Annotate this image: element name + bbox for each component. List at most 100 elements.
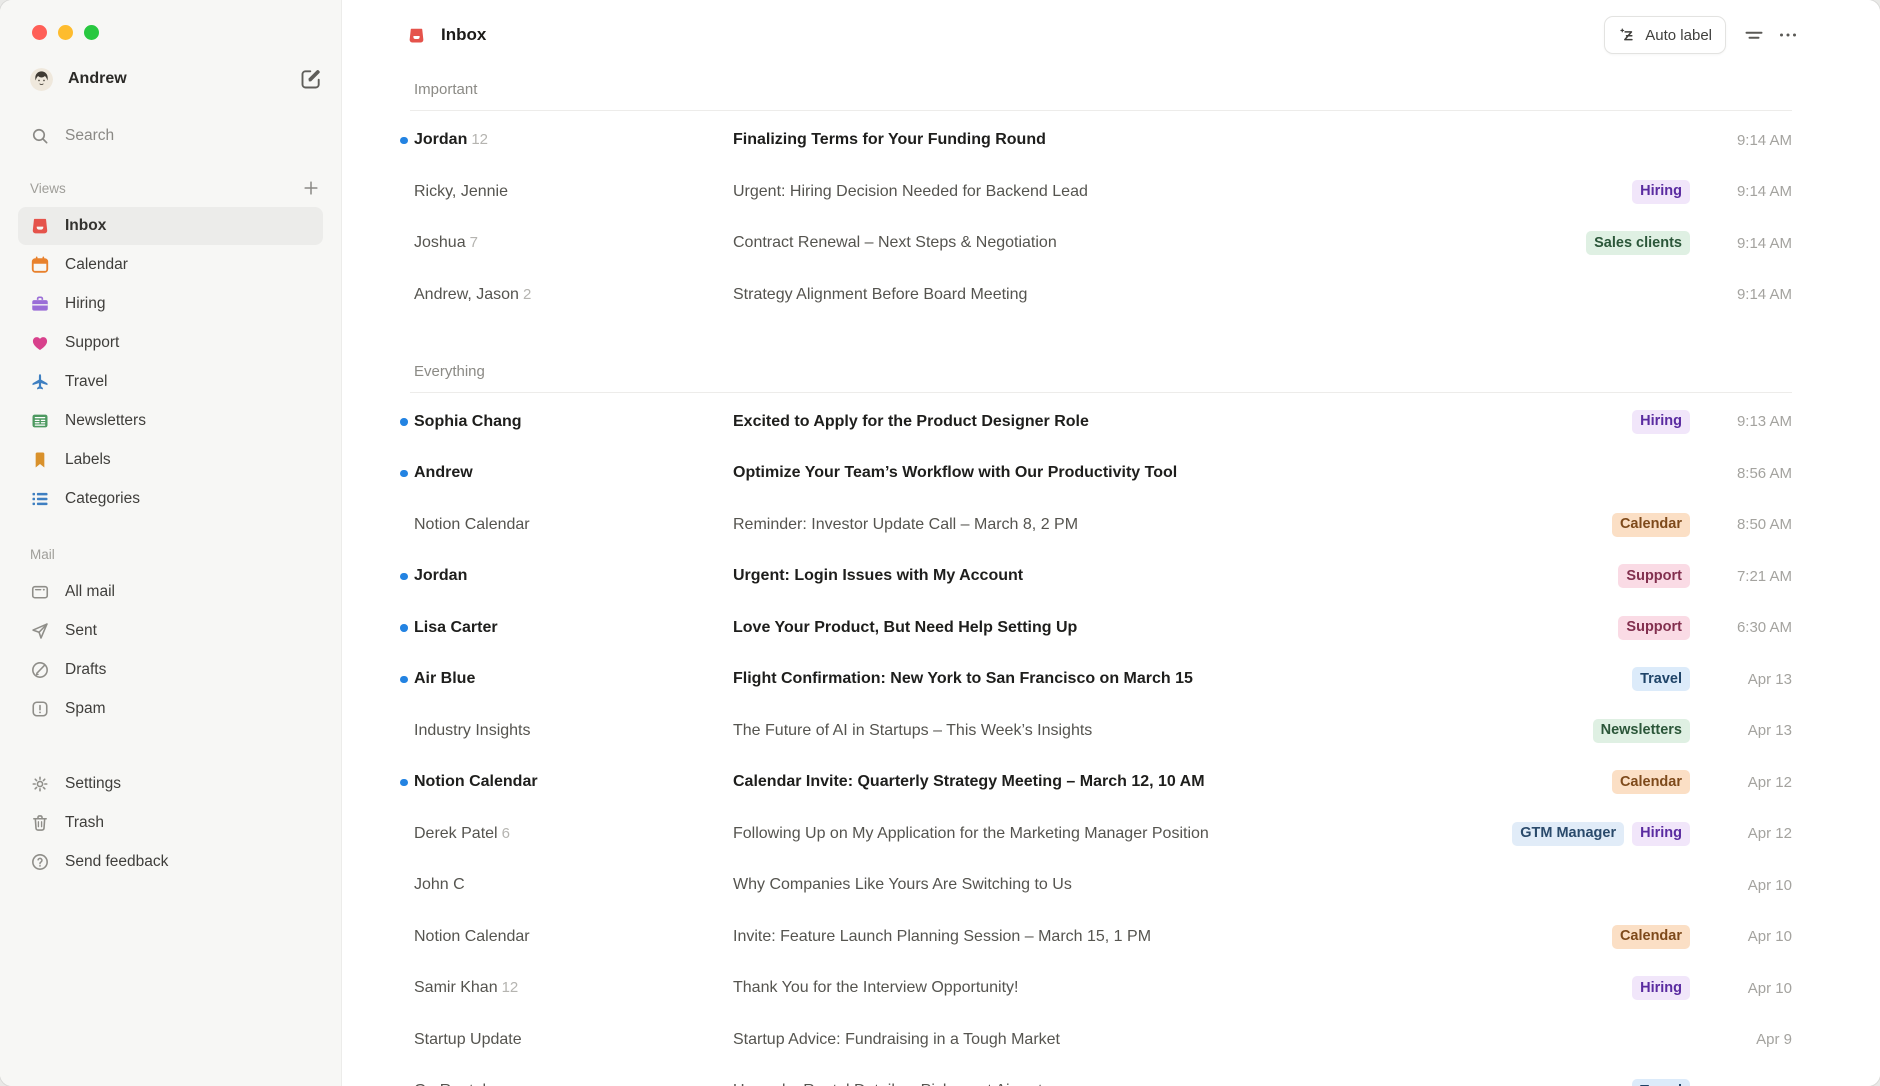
email-row[interactable]: Air BlueFlight Confirmation: New York to…: [400, 654, 1792, 706]
email-section-everything: Everything Sophia ChangExcited to Apply f…: [400, 362, 1792, 1086]
section-rows: Sophia ChangExcited to Apply for the Pro…: [400, 393, 1792, 1086]
minimize-button[interactable]: [58, 25, 73, 40]
email-row[interactable]: Notion CalendarReminder: Investor Update…: [400, 499, 1792, 551]
email-subject: Finalizing Terms for Your Funding Round: [733, 131, 1690, 149]
sidebar-item-spam[interactable]: Spam: [18, 690, 323, 728]
section-rows: Jordan12Finalizing Terms for Your Fundin…: [400, 111, 1792, 321]
sidebar-item-hiring[interactable]: Hiring: [18, 285, 323, 323]
email-row[interactable]: Go RentalsUpgrade: Rental Details – Pick…: [400, 1066, 1792, 1086]
sidebar-item-label: Spam: [65, 700, 106, 718]
badge-group: Newsletters: [1593, 719, 1690, 743]
sidebar-item-settings[interactable]: Settings: [18, 765, 323, 803]
email-time: 9:14 AM: [1706, 286, 1792, 303]
label-badge[interactable]: Calendar: [1612, 513, 1690, 537]
sidebar-item-all-mail[interactable]: All mail: [18, 573, 323, 611]
label-badge[interactable]: Calendar: [1612, 770, 1690, 794]
label-badge[interactable]: GTM Manager: [1512, 822, 1624, 846]
send-icon: [30, 621, 50, 641]
sidebar-item-labels[interactable]: Labels: [18, 441, 323, 479]
mail-section-label: Mail: [30, 547, 323, 562]
email-row[interactable]: Ricky, JennieUrgent: Hiring Decision Nee…: [400, 166, 1792, 218]
email-time: Apr 13: [1706, 722, 1792, 739]
email-sender: Notion Calendar: [414, 516, 733, 534]
sidebar-item-label: Hiring: [65, 295, 105, 313]
close-button[interactable]: [32, 25, 47, 40]
email-sender: Joshua7: [414, 234, 733, 252]
badge-group: GTM Manager Hiring: [1512, 822, 1690, 846]
email-row[interactable]: Industry InsightsThe Future of AI in Sta…: [400, 705, 1792, 757]
sidebar-item-calendar[interactable]: Calendar: [18, 246, 323, 284]
email-row[interactable]: Andrew, Jason2Strategy Alignment Before …: [400, 269, 1792, 321]
auto-label-icon: [1618, 26, 1637, 45]
sidebar-item-label: Settings: [65, 775, 121, 793]
sidebar-item-newsletters[interactable]: Newsletters: [18, 402, 323, 440]
label-badge[interactable]: Newsletters: [1593, 719, 1690, 743]
search-icon: [30, 126, 50, 146]
sidebar-item-inbox[interactable]: Inbox: [18, 207, 323, 245]
label-badge[interactable]: Travel: [1632, 667, 1690, 691]
views-list: Inbox Calendar Hiring SupportTravel Newslett…: [18, 207, 323, 518]
email-sender: Sophia Chang: [414, 413, 733, 431]
badge-group: Travel: [1632, 1079, 1690, 1086]
sidebar-item-travel[interactable]: Travel: [18, 363, 323, 401]
sidebar-item-label: Newsletters: [65, 412, 146, 430]
email-subject: Excited to Apply for the Product Designe…: [733, 413, 1616, 431]
label-badge[interactable]: Hiring: [1632, 822, 1690, 846]
window-controls: [18, 0, 323, 40]
email-row[interactable]: Notion CalendarCalendar Invite: Quarterl…: [400, 757, 1792, 809]
sidebar-item-categories[interactable]: Categories: [18, 480, 323, 518]
email-subject: Flight Confirmation: New York to San Fra…: [733, 670, 1616, 688]
email-row[interactable]: JordanUrgent: Login Issues with My Accou…: [400, 551, 1792, 603]
inbox-icon: [30, 216, 50, 236]
auto-label-button[interactable]: Auto label: [1604, 16, 1726, 54]
section-title: Important: [414, 80, 1792, 100]
email-row[interactable]: Samir Khan12Thank You for the Interview …: [400, 963, 1792, 1015]
add-view-button[interactable]: [301, 178, 321, 198]
sidebar-item-support[interactable]: Support: [18, 324, 323, 362]
sidebar-item-trash[interactable]: Trash: [18, 804, 323, 842]
sidebar-item-sent[interactable]: Sent: [18, 612, 323, 650]
sidebar-item-label: Inbox: [65, 217, 106, 235]
filter-button[interactable]: [1742, 23, 1766, 47]
label-badge[interactable]: Sales clients: [1586, 231, 1690, 255]
label-badge[interactable]: Hiring: [1632, 410, 1690, 434]
search-button[interactable]: Search: [18, 120, 323, 152]
unread-dot: [400, 573, 414, 581]
label-badge[interactable]: Calendar: [1612, 925, 1690, 949]
sidebar-item-drafts[interactable]: Drafts: [18, 651, 323, 689]
zoom-button[interactable]: [84, 25, 99, 40]
email-row[interactable]: Derek Patel6Following Up on My Applicati…: [400, 808, 1792, 860]
email-row[interactable]: Jordan12Finalizing Terms for Your Fundin…: [400, 115, 1792, 167]
email-time: Apr 10: [1706, 980, 1792, 997]
account-switcher[interactable]: Andrew: [18, 64, 323, 94]
user-name: Andrew: [68, 70, 299, 88]
email-subject: Upgrade: Rental Details – Pick-up at Air…: [733, 1082, 1616, 1086]
main-header: Inbox Auto label: [342, 0, 1880, 62]
email-row[interactable]: AndrewOptimize Your Team’s Workflow with…: [400, 448, 1792, 500]
more-options-button[interactable]: [1776, 23, 1800, 47]
compose-button[interactable]: [299, 67, 323, 91]
label-badge[interactable]: Hiring: [1632, 180, 1690, 204]
email-row[interactable]: Joshua7Contract Renewal – Next Steps & N…: [400, 218, 1792, 270]
label-badge[interactable]: Travel: [1632, 1079, 1690, 1086]
email-row[interactable]: Startup UpdateStartup Advice: Fundraisin…: [400, 1014, 1792, 1066]
label-badge[interactable]: Support: [1618, 564, 1690, 588]
label-badge[interactable]: Hiring: [1632, 976, 1690, 1000]
label-badge[interactable]: Support: [1618, 616, 1690, 640]
unread-dot: [400, 470, 414, 478]
sidebar-item-send-feedback[interactable]: Send feedback: [18, 843, 323, 881]
views-section-label: Views: [30, 181, 301, 196]
email-time: Apr 12: [1706, 774, 1792, 791]
email-row[interactable]: Notion CalendarInvite: Feature Launch Pl…: [400, 911, 1792, 963]
briefcase-icon: [30, 294, 50, 314]
email-time: 8:50 AM: [1706, 516, 1792, 533]
email-time: 9:14 AM: [1706, 183, 1792, 200]
email-section-important: Important Jordan12Finalizing Terms for Yo…: [400, 80, 1792, 321]
unread-dot: [400, 779, 414, 787]
sidebar-item-label: Sent: [65, 622, 97, 640]
email-subject: Strategy Alignment Before Board Meeting: [733, 286, 1690, 304]
section-title: Everything: [414, 362, 1792, 382]
email-row[interactable]: Lisa CarterLove Your Product, But Need H…: [400, 602, 1792, 654]
email-row[interactable]: John CWhy Companies Like Yours Are Switc…: [400, 860, 1792, 912]
email-row[interactable]: Sophia ChangExcited to Apply for the Pro…: [400, 396, 1792, 448]
